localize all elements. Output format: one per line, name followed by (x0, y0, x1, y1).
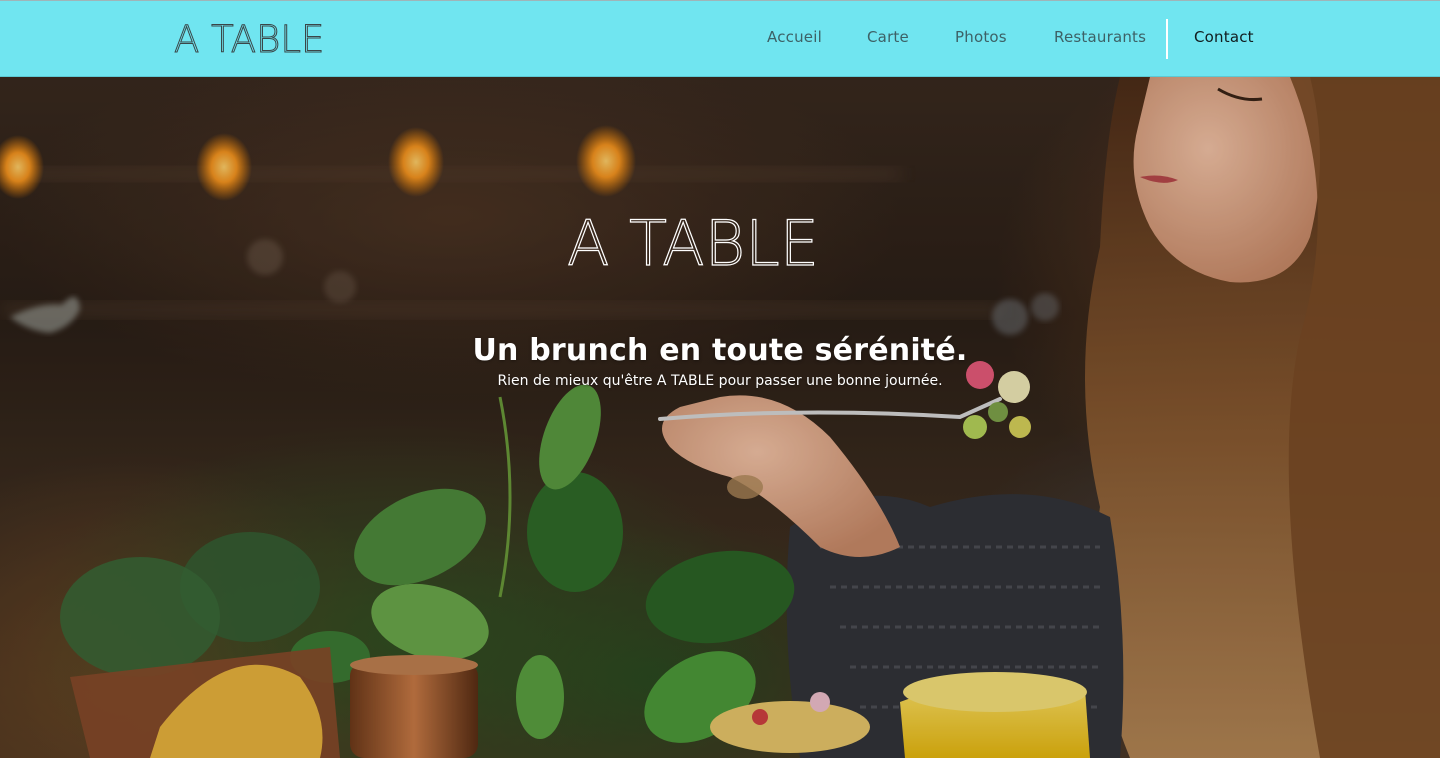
hero-title: Un brunch en toute sérénité. (472, 333, 968, 368)
nav-item-photos[interactable]: Photos (955, 28, 1007, 50)
hero-logo: A TABLE (567, 213, 871, 269)
hero-subtitle: Rien de mieux qu'être A TABLE pour passe… (497, 373, 943, 389)
site-header: A TABLE Accueil Carte Photos Restaurants… (0, 0, 1440, 77)
nav-item-carte[interactable]: Carte (867, 28, 909, 50)
nav-item-contact[interactable]: Contact (1194, 28, 1254, 50)
nav-item-accueil[interactable]: Accueil (767, 28, 822, 50)
hero-logo-graphic: A TABLE (567, 213, 820, 269)
hero-section: A TABLE Un brunch en toute sérénité. Rie… (0, 77, 1440, 758)
hero-background-image (0, 77, 1440, 758)
nav-active-divider (1166, 19, 1168, 59)
nav-item-restaurants[interactable]: Restaurants (1054, 28, 1146, 50)
hero-logo-text: A TABLE (567, 213, 819, 269)
main-nav: Accueil Carte Photos Restaurants Contact (0, 1, 1440, 77)
